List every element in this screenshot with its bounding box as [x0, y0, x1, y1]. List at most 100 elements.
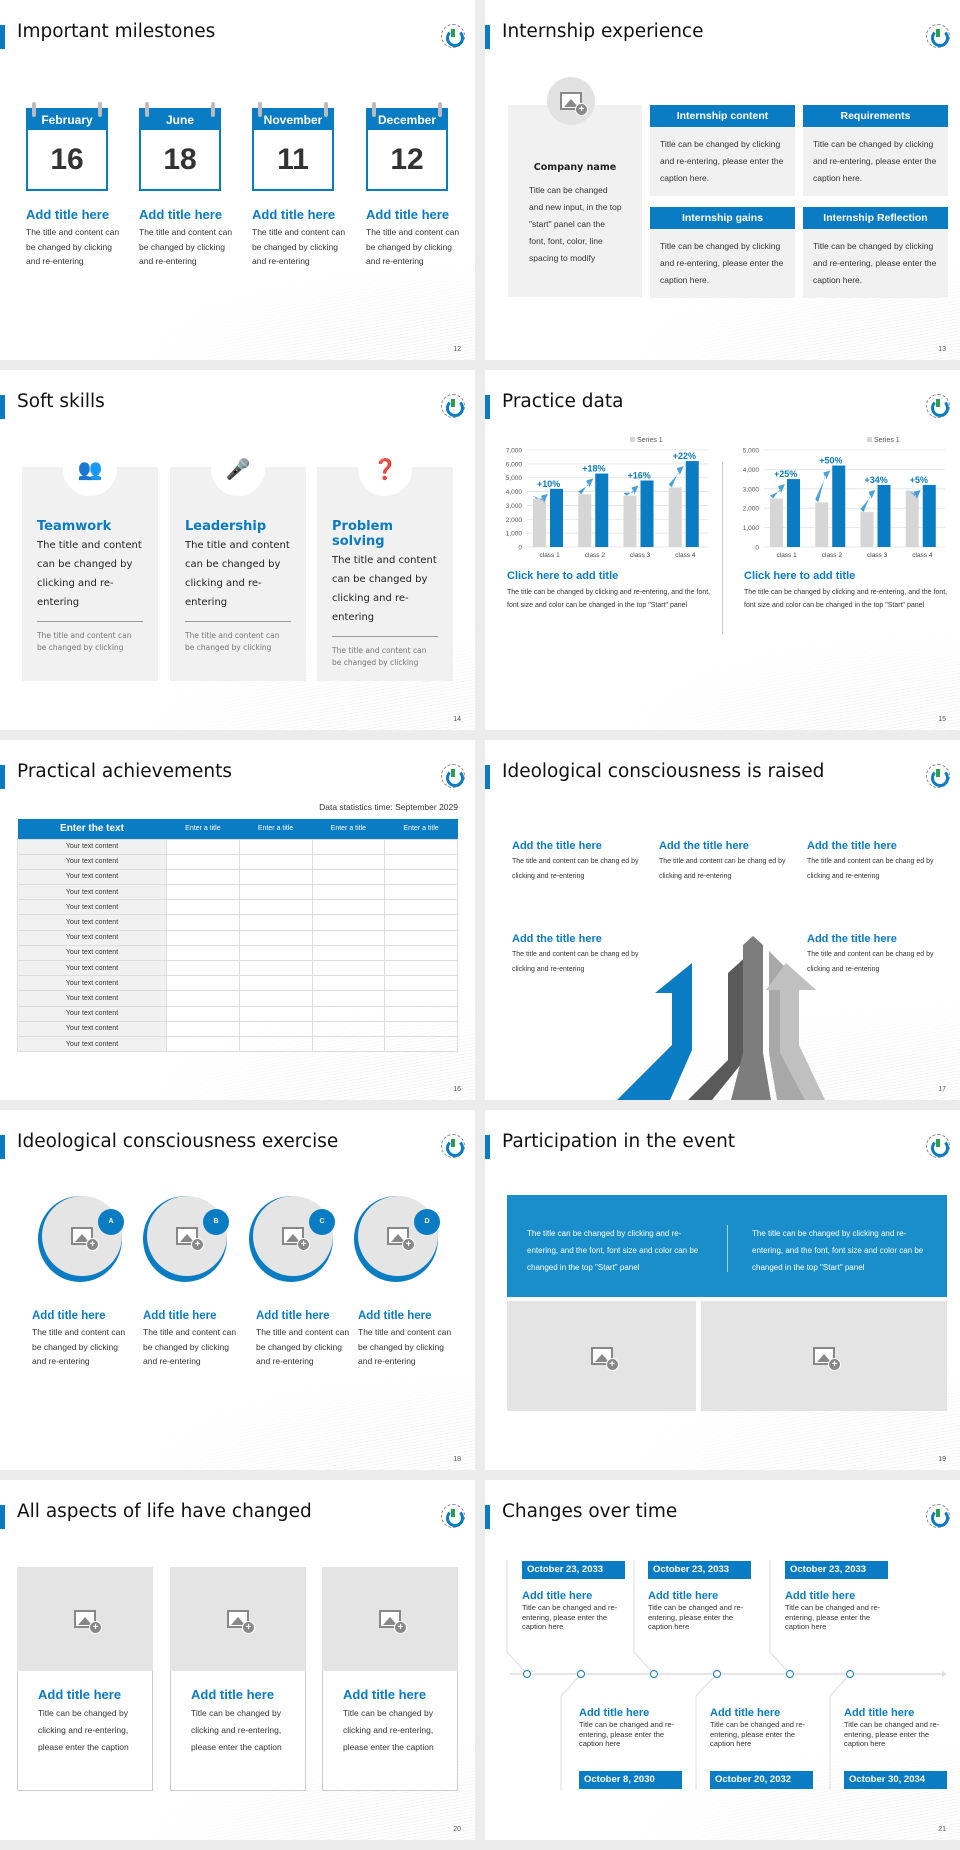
table-cell[interactable]	[166, 868, 240, 886]
slide-18[interactable]: Ideological consciousness exercise A Add …	[0, 1110, 475, 1470]
table-cell[interactable]	[311, 1005, 386, 1022]
table-cell[interactable]	[311, 975, 386, 992]
table-cell[interactable]	[384, 838, 458, 855]
skill-heading[interactable]: Problem solving	[332, 519, 438, 549]
timeline-heading[interactable]: Add title here	[785, 1590, 885, 1602]
image-placeholder[interactable]	[170, 1567, 306, 1671]
table-cell[interactable]	[238, 929, 313, 946]
table-cell[interactable]	[166, 899, 240, 916]
timeline-heading[interactable]: Add title here	[844, 1707, 944, 1719]
row-label[interactable]: Your text content	[17, 1020, 167, 1037]
table-cell[interactable]	[311, 868, 386, 886]
table-cell[interactable]	[166, 1005, 240, 1022]
column-header[interactable]: Enter the text	[17, 819, 167, 839]
row-label[interactable]: Your text content	[17, 959, 167, 977]
table-cell[interactable]	[238, 838, 313, 855]
milestone-heading[interactable]: Add title here	[252, 207, 347, 222]
table-cell[interactable]	[384, 899, 458, 916]
table-cell[interactable]	[238, 944, 313, 962]
text-block-heading[interactable]: Add the title here	[659, 840, 789, 852]
column-header[interactable]: Enter a title	[384, 819, 458, 839]
image-placeholder[interactable]	[547, 77, 595, 125]
row-label[interactable]: Your text content	[17, 1035, 167, 1053]
table-cell[interactable]	[311, 838, 386, 855]
table-cell[interactable]	[238, 853, 313, 870]
table-cell[interactable]	[166, 838, 240, 855]
table-cell[interactable]	[384, 1020, 458, 1037]
row-label[interactable]: Your text content	[17, 899, 167, 916]
row-label[interactable]: Your text content	[17, 1005, 167, 1022]
table-cell[interactable]	[238, 990, 313, 1007]
timeline-node[interactable]	[713, 1670, 721, 1678]
exercise-heading[interactable]: Add title here	[143, 1310, 238, 1322]
timeline-node[interactable]	[846, 1670, 854, 1678]
table-cell[interactable]	[166, 1035, 240, 1053]
image-placeholder[interactable]	[358, 1196, 438, 1276]
row-label[interactable]: Your text content	[17, 884, 167, 901]
image-circle[interactable]: C	[249, 1196, 335, 1282]
table-cell[interactable]	[166, 853, 240, 870]
life-card-heading[interactable]: Add title here	[191, 1687, 285, 1702]
row-label[interactable]: Your text content	[17, 914, 167, 931]
image-circle[interactable]: D	[354, 1196, 440, 1282]
table-cell[interactable]	[166, 884, 240, 901]
caption-heading[interactable]: Click here to add title	[507, 570, 717, 582]
exercise-heading[interactable]: Add title here	[32, 1310, 127, 1322]
slide-16[interactable]: Practical achievements Data statistics t…	[0, 740, 475, 1100]
column-header[interactable]: Enter a title	[239, 819, 312, 839]
timeline-heading[interactable]: Add title here	[579, 1707, 679, 1719]
table-cell[interactable]	[238, 1035, 313, 1053]
table-cell[interactable]	[238, 1020, 313, 1037]
table-cell[interactable]	[166, 1020, 240, 1037]
timeline-node[interactable]	[523, 1670, 531, 1678]
table-cell[interactable]	[238, 868, 313, 886]
caption-heading[interactable]: Click here to add title	[744, 570, 954, 582]
milestone-heading[interactable]: Add title here	[26, 207, 121, 222]
slide-15[interactable]: Practice data Series 1 0 1,000 2,000 3,000 4,…	[485, 370, 960, 730]
row-label[interactable]: Your text content	[17, 944, 167, 962]
table-cell[interactable]	[384, 868, 458, 886]
row-label[interactable]: Your text content	[17, 838, 167, 855]
info-box-heading[interactable]: Internship content	[650, 105, 795, 127]
image-placeholder[interactable]	[42, 1196, 122, 1276]
table-cell[interactable]	[384, 990, 458, 1007]
life-card-heading[interactable]: Add title here	[343, 1687, 437, 1702]
table-cell[interactable]	[384, 929, 458, 946]
text-block-heading[interactable]: Add the title here	[807, 840, 937, 852]
slide-14[interactable]: Soft skills Teamwork The title and conten…	[0, 370, 475, 730]
skill-heading[interactable]: Leadership	[185, 519, 291, 534]
info-box-heading[interactable]: Requirements	[803, 105, 948, 127]
timeline-node[interactable]	[786, 1670, 794, 1678]
table-cell[interactable]	[166, 959, 240, 977]
row-label[interactable]: Your text content	[17, 990, 167, 1007]
table-cell[interactable]	[384, 853, 458, 870]
table-cell[interactable]	[311, 914, 386, 931]
table-cell[interactable]	[384, 944, 458, 962]
table-cell[interactable]	[238, 884, 313, 901]
slide-12[interactable]: Important milestones February 16 Add title…	[0, 0, 475, 360]
table-cell[interactable]	[238, 914, 313, 931]
timeline-node[interactable]	[650, 1670, 658, 1678]
table-cell[interactable]	[311, 990, 386, 1007]
table-cell[interactable]	[311, 944, 386, 962]
table-cell[interactable]	[311, 1035, 386, 1053]
table-cell[interactable]	[166, 929, 240, 946]
table-cell[interactable]	[384, 959, 458, 977]
column-header[interactable]: Enter a title	[166, 819, 240, 839]
table-cell[interactable]	[311, 959, 386, 977]
image-placeholder[interactable]	[147, 1196, 227, 1276]
row-label[interactable]: Your text content	[17, 853, 167, 870]
table-cell[interactable]	[384, 884, 458, 901]
column-header[interactable]: Enter a title	[312, 819, 385, 839]
timeline-heading[interactable]: Add title here	[648, 1590, 748, 1602]
table-cell[interactable]	[238, 975, 313, 992]
timeline-heading[interactable]: Add title here	[522, 1590, 622, 1602]
row-label[interactable]: Your text content	[17, 975, 167, 992]
row-label[interactable]: Your text content	[17, 868, 167, 886]
image-placeholder[interactable]	[17, 1567, 153, 1671]
table-cell[interactable]	[166, 944, 240, 962]
table-cell[interactable]	[238, 1005, 313, 1022]
info-box-heading[interactable]: Internship Reflection	[803, 207, 948, 229]
exercise-heading[interactable]: Add title here	[256, 1310, 351, 1322]
table-cell[interactable]	[384, 975, 458, 992]
